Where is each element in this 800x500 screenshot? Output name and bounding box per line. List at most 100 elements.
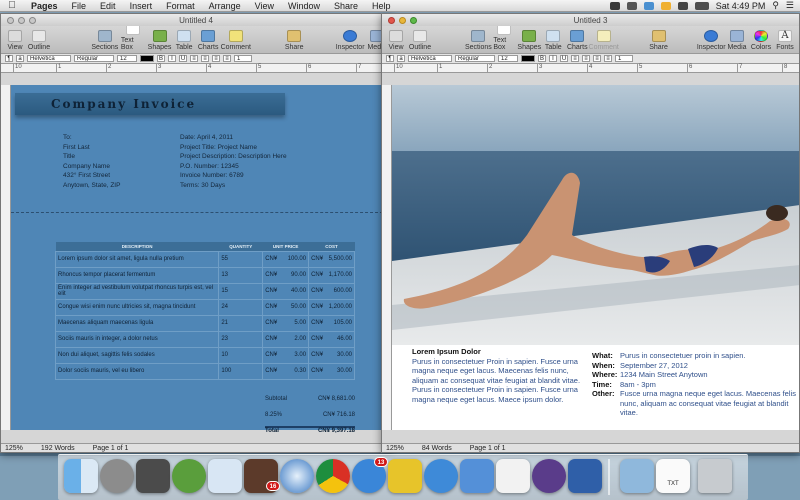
row-description[interactable]: Lorem ipsum dolor sit amet, ligula nulla…	[54, 250, 220, 268]
vertical-ruler[interactable]	[1, 85, 11, 430]
row-unit-price[interactable]: CN¥ 40.00	[262, 282, 310, 300]
zoom-button[interactable]	[410, 16, 417, 24]
invoice-table[interactable]: DESCRIPTION QUANTITY UNIT PRICE COST Lor…	[54, 242, 355, 380]
styles-drawer-icon[interactable]: ¶	[386, 55, 394, 62]
bold-button[interactable]: B	[538, 55, 546, 62]
sections-button[interactable]: Sections	[91, 30, 118, 51]
menubar-clock[interactable]: Sat 4:49 PM	[716, 1, 766, 11]
view-button[interactable]: View	[5, 30, 25, 51]
row-description[interactable]: Non dui aliquet, sagittis felis sodales	[54, 346, 220, 364]
comment-button[interactable]: Comment	[221, 30, 251, 51]
pages-icon[interactable]	[568, 459, 602, 493]
flyer-text[interactable]: Lorem Ipsum Dolor Purus in consectetuer …	[412, 347, 592, 404]
table-row[interactable]: Enim integer ad vestibulum volutpat rhon…	[54, 282, 355, 300]
xcode-icon[interactable]	[460, 459, 494, 493]
align-left-button[interactable]: ≡	[571, 55, 579, 62]
table-button[interactable]: Table	[543, 30, 563, 51]
row-unit-price[interactable]: CN¥ 5.00	[262, 314, 310, 332]
wifi-icon[interactable]	[660, 1, 671, 10]
downloads-folder-icon[interactable]	[620, 459, 654, 493]
row-description[interactable]: Sociis mauris in integer, a dolor netus	[54, 330, 220, 348]
dropbox-icon[interactable]	[609, 1, 620, 10]
font-family-select[interactable]: Helvetica	[408, 55, 452, 62]
table-row[interactable]: Rhoncus tempor placerat fermentum 13 CN¥ 90…	[54, 266, 355, 284]
font-family-select[interactable]: Helvetica	[27, 55, 71, 62]
italic-button[interactable]: I	[549, 55, 557, 62]
row-cost[interactable]: CN¥ 1,200.00	[308, 298, 355, 316]
table-row[interactable]: Sociis mauris in integer, a dolor netus 2…	[54, 330, 355, 348]
italic-button[interactable]: I	[168, 55, 176, 62]
row-quantity[interactable]: 21	[218, 314, 264, 332]
reeder-icon[interactable]	[388, 459, 422, 493]
underline-button[interactable]: U	[179, 55, 187, 62]
align-center-button[interactable]: ≡	[201, 55, 209, 62]
justify-button[interactable]: ≡	[223, 55, 231, 62]
text-color-well[interactable]	[140, 55, 154, 62]
row-description[interactable]: Congue wisi enim nunc ultricies sit, mag…	[54, 298, 220, 316]
menu-share[interactable]: Share	[327, 1, 365, 11]
shapes-button[interactable]: Shapes	[517, 30, 541, 51]
font-style-select[interactable]: Regular	[455, 55, 495, 62]
table-row[interactable]: Lorem ipsum dolor sit amet, ligula nulla…	[54, 250, 355, 268]
notification-center-icon[interactable]: ☰	[786, 0, 794, 11]
adium-icon[interactable]	[172, 459, 206, 493]
row-cost[interactable]: CN¥ 1,170.00	[308, 266, 355, 284]
bold-button[interactable]: B	[157, 55, 165, 62]
menu-view[interactable]: View	[248, 1, 281, 11]
row-description[interactable]: Dolor sociis mauris, vel eu libero	[54, 362, 220, 380]
comment-button[interactable]: Comment	[589, 30, 619, 51]
row-description[interactable]: Rhoncus tempor placerat fermentum	[54, 266, 220, 284]
row-quantity[interactable]: 15	[218, 282, 264, 300]
zoom-button[interactable]	[29, 16, 36, 24]
event-details[interactable]: What: Purus in consectetuer proin in sapi…	[592, 351, 799, 418]
zoom-select[interactable]: 125%	[386, 445, 404, 452]
paragraph-style-icon[interactable]: a	[16, 55, 24, 62]
battery-icon[interactable]	[694, 1, 709, 10]
menu-file[interactable]: File	[65, 1, 94, 11]
sections-button[interactable]: Sections	[465, 30, 492, 51]
row-quantity[interactable]: 100	[218, 362, 264, 380]
row-unit-price[interactable]: CN¥ 90.00	[262, 266, 310, 284]
styles-drawer-icon[interactable]: ¶	[5, 55, 13, 62]
align-center-button[interactable]: ≡	[582, 55, 590, 62]
chrome-icon[interactable]	[316, 459, 350, 493]
view-button[interactable]: View	[386, 30, 406, 51]
table-row[interactable]: Congue wisi enim nunc ultricies sit, mag…	[54, 298, 355, 316]
pages-pen-icon[interactable]	[532, 459, 566, 493]
menu-edit[interactable]: Edit	[93, 1, 123, 11]
align-right-button[interactable]: ≡	[593, 55, 601, 62]
row-cost[interactable]: CN¥ 105.00	[308, 314, 355, 332]
menu-window[interactable]: Window	[281, 1, 327, 11]
font-style-select[interactable]: Regular	[74, 55, 114, 62]
table-row[interactable]: Non dui aliquet, sagittis felis sodales 1…	[54, 346, 355, 364]
table-row[interactable]: Dolor sociis mauris, vel eu libero 100 CN¥…	[54, 362, 355, 380]
text-color-well[interactable]	[521, 55, 535, 62]
row-quantity[interactable]: 55	[218, 250, 264, 268]
colors-button[interactable]: Colors	[751, 30, 771, 51]
shapes-button[interactable]: Shapes	[148, 30, 171, 51]
justify-button[interactable]: ≡	[604, 55, 612, 62]
row-cost[interactable]: CN¥ 30.00	[308, 346, 355, 364]
safari-icon[interactable]	[280, 459, 314, 493]
row-unit-price[interactable]: CN¥ 50.00	[262, 298, 310, 316]
menu-app-pages[interactable]: Pages	[24, 1, 65, 11]
charts-button[interactable]: Charts	[567, 30, 588, 51]
font-size-select[interactable]: 12	[498, 55, 518, 62]
row-description[interactable]: Maecenas aliquam maecenas ligula	[54, 314, 220, 332]
row-unit-price[interactable]: CN¥ 3.00	[262, 346, 310, 364]
invoice-page[interactable]: Company Invoice To: First Last Title Com…	[11, 85, 383, 434]
row-quantity[interactable]: 10	[218, 346, 264, 364]
inspector-button[interactable]: Inspector	[697, 30, 726, 51]
row-cost[interactable]: CN¥ 600.00	[308, 282, 355, 300]
tweetbot-icon[interactable]	[424, 459, 458, 493]
underline-button[interactable]: U	[560, 55, 568, 62]
volume-icon[interactable]	[677, 1, 688, 10]
row-cost[interactable]: CN¥ 46.00	[308, 330, 355, 348]
time-machine-icon[interactable]	[626, 1, 637, 10]
apple-menu-icon[interactable]: 	[0, 0, 24, 11]
flyer-page[interactable]: Lorem Ipsum Dolor Purus in consectetuer …	[392, 85, 799, 430]
text-box-button[interactable]: Text Box	[493, 23, 515, 51]
bluetooth-icon[interactable]	[643, 1, 654, 10]
finder-icon[interactable]	[64, 459, 98, 493]
font-size-select[interactable]: 12	[117, 55, 137, 62]
